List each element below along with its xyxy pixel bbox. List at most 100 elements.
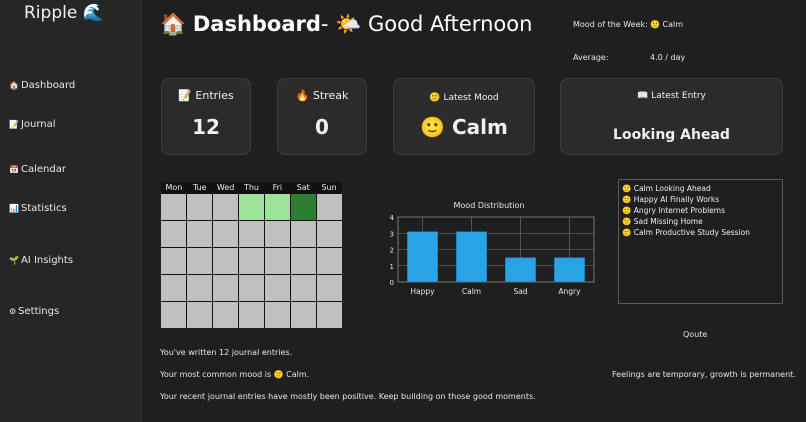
x-tick-label: Calm (462, 287, 481, 296)
calendar-day-cell[interactable] (187, 248, 212, 274)
calendar-day-cell[interactable] (213, 302, 238, 328)
entries-card: 📝 Entries 12 (161, 78, 251, 155)
summary-common-mood: Your most common mood is 🙂 Calm. (160, 370, 310, 379)
calendar-day-cell[interactable] (239, 302, 264, 328)
calendar-day-cell[interactable] (265, 248, 290, 274)
calendar-day-cell[interactable] (291, 248, 316, 274)
sidebar-item-statistics[interactable]: 📊 Statistics (9, 203, 67, 214)
sidebar-item-journal[interactable]: 📝 Journal (9, 119, 56, 130)
summary-entries-count: You've written 12 journal entries. (160, 348, 293, 357)
streak-card-value: 0 (315, 115, 329, 139)
memo-icon: 📝 (9, 120, 19, 129)
list-item[interactable]: 🙂 Sad Missing Home (622, 216, 782, 227)
average-label: Average: (573, 53, 609, 62)
sidebar-item-label: Dashboard (20, 80, 76, 91)
streak-card: 🔥 Streak 0 (277, 78, 367, 155)
calendar-day-cell[interactable] (317, 221, 342, 247)
list-item[interactable]: 🙂 Angry Internet Problems (622, 205, 782, 216)
sidebar-item-calendar[interactable]: 📅 Calendar (9, 164, 66, 175)
latest-mood-card-label: 🙂 Latest Mood (429, 93, 499, 103)
sidebar-item-dashboard[interactable]: 🏠 Dashboard (9, 80, 75, 91)
weekday-label: Fri (272, 183, 283, 192)
recent-entries-list[interactable]: 🙂 Calm Looking Ahead 🙂 Happy AI Finally W… (618, 179, 783, 304)
calendar-grid (161, 194, 342, 328)
calendar-day-cell[interactable] (317, 194, 342, 220)
calendar-day-cell[interactable] (239, 275, 264, 301)
calendar-day-cell[interactable] (213, 275, 238, 301)
average-value: 4.0 / day (650, 53, 686, 62)
calendar-day-cell[interactable] (213, 194, 238, 220)
latest-entry-card[interactable]: 📖 Latest Entry Looking Ahead (560, 78, 783, 155)
y-tick-label: 2 (390, 247, 394, 255)
calendar-day-cell[interactable] (265, 194, 290, 220)
chart-title: Mood Distribution (454, 201, 525, 210)
x-tick-label: Sad (513, 287, 527, 296)
weekday-label: Thu (243, 183, 259, 192)
y-tick-label: 3 (390, 230, 394, 238)
calendar-day-cell[interactable] (317, 302, 342, 328)
calendar-day-cell[interactable] (161, 275, 186, 301)
calendar-day-cell[interactable] (317, 275, 342, 301)
calendar-day-cell[interactable] (291, 302, 316, 328)
calendar-day-cell[interactable] (239, 194, 264, 220)
sidebar-item-label: Calendar (20, 164, 66, 175)
list-item[interactable]: 🙂 Calm Productive Study Session (622, 227, 782, 238)
home-icon: 🏠 (9, 81, 19, 90)
calendar-day-cell[interactable] (161, 221, 186, 247)
calendar-day-cell[interactable] (239, 248, 264, 274)
list-item[interactable]: 🙂 Happy AI Finally Works (622, 194, 782, 205)
quote-text: Feelings are temporary, growth is perman… (612, 370, 796, 379)
weekday-label: Mon (165, 183, 183, 192)
weekday-label: Tue (192, 183, 207, 192)
calendar-day-cell[interactable] (161, 302, 186, 328)
home-icon: 🏠 (160, 12, 187, 36)
mood-of-week-value: 🙂 Calm (650, 20, 684, 29)
sidebar-item-settings[interactable]: ⚙ Settings (9, 306, 59, 317)
x-tick-label: Happy (410, 287, 435, 296)
calendar-day-cell[interactable] (213, 221, 238, 247)
latest-entry-card-label: 📖 Latest Entry (637, 91, 706, 101)
y-tick-label: 0 (390, 279, 394, 287)
calendar-day-cell[interactable] (265, 275, 290, 301)
app-brand: Ripple 🌊 (24, 3, 104, 23)
weekday-label: Wed (216, 183, 235, 192)
gear-icon: ⚙ (9, 307, 17, 316)
page-title-text: Dashboard (192, 12, 321, 36)
calendar-day-cell[interactable] (291, 275, 316, 301)
mood-distribution-chart: Mood Distribution 0 1 2 3 4 Happy Calm Sad Angry (390, 201, 595, 296)
calendar-day-cell[interactable] (317, 248, 342, 274)
greeting: Good Afternoon (368, 12, 533, 36)
entries-card-value: 12 (192, 115, 220, 139)
bar-happy (407, 231, 438, 283)
calendar-day-cell[interactable] (187, 275, 212, 301)
latest-mood-card-value: 🙂 Calm (420, 115, 508, 139)
calendar-day-cell[interactable] (187, 194, 212, 220)
bar-calm (456, 231, 487, 283)
calendar-day-cell[interactable] (291, 221, 316, 247)
calendar-day-cell[interactable] (161, 248, 186, 274)
bar-angry (554, 257, 585, 283)
list-item[interactable]: 🙂 Calm Looking Ahead (622, 183, 782, 194)
calendar-day-cell[interactable] (265, 221, 290, 247)
sidebar-item-label: AI Insights (20, 255, 74, 266)
calendar-day-cell[interactable] (239, 221, 264, 247)
mood-calendar: Mon Tue Wed Thu Fri Sat Sun (161, 182, 342, 328)
calendar-day-cell[interactable] (291, 194, 316, 220)
latest-mood-card: 🙂 Latest Mood 🙂 Calm (393, 78, 535, 155)
calendar-day-cell[interactable] (161, 194, 186, 220)
entries-card-label: 📝 Entries (178, 89, 234, 102)
calendar-day-cell[interactable] (187, 302, 212, 328)
weekday-label: Sat (296, 183, 310, 192)
sun-cloud-icon: 🌤️ (335, 12, 362, 36)
sidebar-item-ai-insights[interactable]: 🌱 AI Insights (9, 255, 73, 266)
calendar-day-cell[interactable] (265, 302, 290, 328)
calendar-day-cell[interactable] (213, 248, 238, 274)
streak-card-label: 🔥 Streak (295, 89, 349, 102)
page-title: 🏠 Dashboard- 🌤️ Good Afternoon (160, 12, 532, 37)
summary-recent-trend: Your recent journal entries have mostly … (160, 392, 536, 401)
y-tick-label: 1 (390, 263, 394, 271)
mood-of-week-label: Mood of the Week: (573, 20, 648, 29)
calendar-day-cell[interactable] (187, 221, 212, 247)
calendar-weekday-header: Mon Tue Wed Thu Fri Sat Sun (161, 182, 342, 194)
bar-sad (505, 257, 536, 283)
